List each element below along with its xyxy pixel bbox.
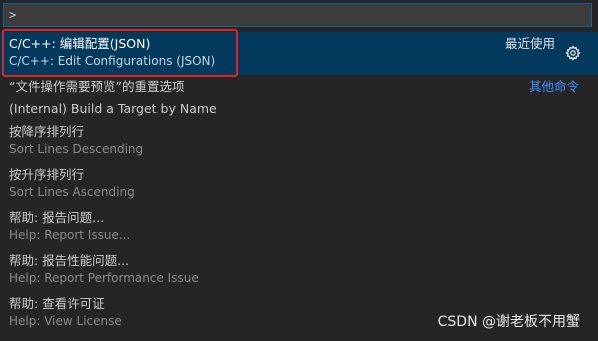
- command-item-sort-descending[interactable]: 按降序排列行 Sort Lines Descending: [0, 120, 598, 163]
- command-detail: Help: Report Performance Issue: [9, 271, 199, 285]
- other-commands-link[interactable]: 其他命令: [529, 76, 579, 98]
- command-item-report-issue[interactable]: 帮助: 报告问题... Help: Report Issue...: [0, 206, 598, 249]
- command-label: C/C++: 编辑配置(JSON): [9, 36, 151, 51]
- command-item-edit-configurations[interactable]: C/C++: 编辑配置(JSON) C/C++: Edit Configurat…: [0, 32, 598, 75]
- command-item-reset-preview[interactable]: “文件操作需要预览”的重置选项 其他命令: [0, 76, 598, 98]
- command-palette: C/C++: 编辑配置(JSON) C/C++: Edit Configurat…: [0, 0, 598, 341]
- command-label: 帮助: 查看许可证: [9, 296, 105, 311]
- recently-used-badge: 最近使用: [504, 36, 555, 51]
- command-label: 帮助: 报告性能问题...: [9, 253, 130, 268]
- command-label: 按升序排列行: [9, 167, 85, 182]
- command-detail: Help: View License: [9, 314, 122, 328]
- command-detail: C/C++: Edit Configurations (JSON): [9, 54, 216, 68]
- command-label: 帮助: 报告问题...: [9, 210, 105, 225]
- command-detail: Sort Lines Descending: [9, 142, 144, 156]
- command-detail: Help: Report Issue...: [9, 228, 131, 242]
- command-item-report-performance[interactable]: 帮助: 报告性能问题... Help: Report Performance I…: [0, 249, 598, 292]
- command-item-build-target[interactable]: (Internal) Build a Target by Name: [0, 98, 598, 120]
- command-item-sort-ascending[interactable]: 按升序排列行 Sort Lines Ascending: [0, 163, 598, 206]
- command-label: “文件操作需要预览”的重置选项: [9, 79, 185, 94]
- command-label: (Internal) Build a Target by Name: [9, 101, 217, 116]
- command-input-row: [0, 0, 598, 32]
- gear-icon[interactable]: [565, 45, 581, 61]
- command-label: 按降序排列行: [9, 124, 85, 139]
- watermark: CSDN @谢老板不用蟹: [437, 314, 580, 330]
- command-input[interactable]: [3, 3, 592, 27]
- command-detail: Sort Lines Ascending: [9, 185, 135, 199]
- command-list: C/C++: 编辑配置(JSON) C/C++: Edit Configurat…: [0, 32, 598, 335]
